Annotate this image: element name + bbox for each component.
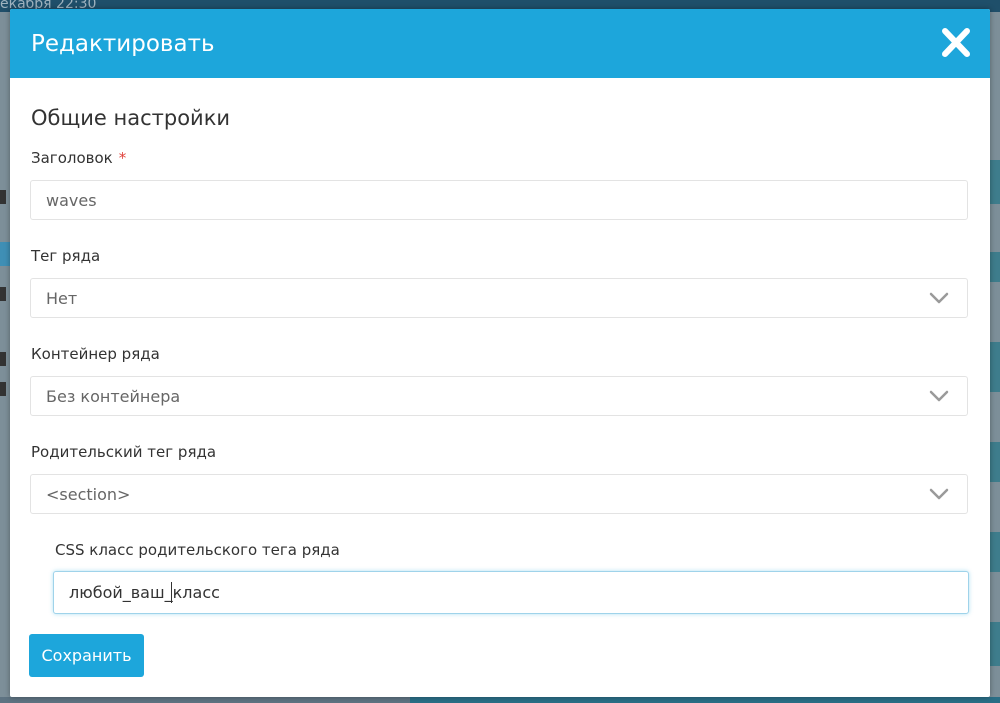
modal-header: Редактировать [10,9,990,78]
background-bar [0,382,6,396]
section-title: Общие настройки [31,106,231,130]
background-bar [0,190,6,204]
chevron-down-icon [929,488,949,500]
modal-title: Редактировать [31,31,215,57]
row-container-select[interactable]: Без контейнера [30,376,968,416]
chevron-down-icon [929,292,949,304]
background-bar [990,622,1000,666]
background-page-left [0,12,10,703]
background-bar [990,442,1000,482]
row-container-label: Контейнер ряда [31,345,160,363]
row-container-selected: Без контейнера [46,387,181,406]
background-bar [410,697,1000,703]
title-input[interactable]: waves [30,180,968,220]
parent-css-class-label: CSS класс родительского тега ряда [55,541,340,559]
row-tag-label: Тег ряда [31,247,101,265]
title-field-label: Заголовок * [31,148,126,168]
row-tag-select[interactable]: Нет [30,278,968,318]
close-icon [942,28,970,57]
background-page-right [990,12,1000,703]
chevron-down-icon [929,390,949,402]
required-mark: * [118,149,127,167]
background-bar [990,532,1000,572]
background-bar [0,352,6,366]
parent-tag-select[interactable]: <section> [30,474,968,514]
parent-tag-label: Родительский тег ряда [31,443,217,461]
title-input-value: waves [46,191,97,210]
edit-modal: Редактировать Общие настройки Заголовок *… [10,9,990,697]
background-bar [0,242,10,266]
text-cursor [171,582,172,603]
row-tag-selected: Нет [46,289,78,308]
parent-css-class-value: любой_ваш_класс [69,583,220,602]
parent-css-class-input[interactable]: любой_ваш_класс [53,571,969,614]
background-bar [990,342,1000,392]
save-button[interactable]: Сохранить [29,634,144,677]
background-bar [0,287,6,301]
background-bar [990,160,1000,204]
title-label-text: Заголовок [31,149,113,167]
close-button[interactable] [936,26,976,62]
parent-tag-selected: <section> [46,485,131,504]
background-bar [990,252,1000,282]
background-bottom [0,697,1000,703]
